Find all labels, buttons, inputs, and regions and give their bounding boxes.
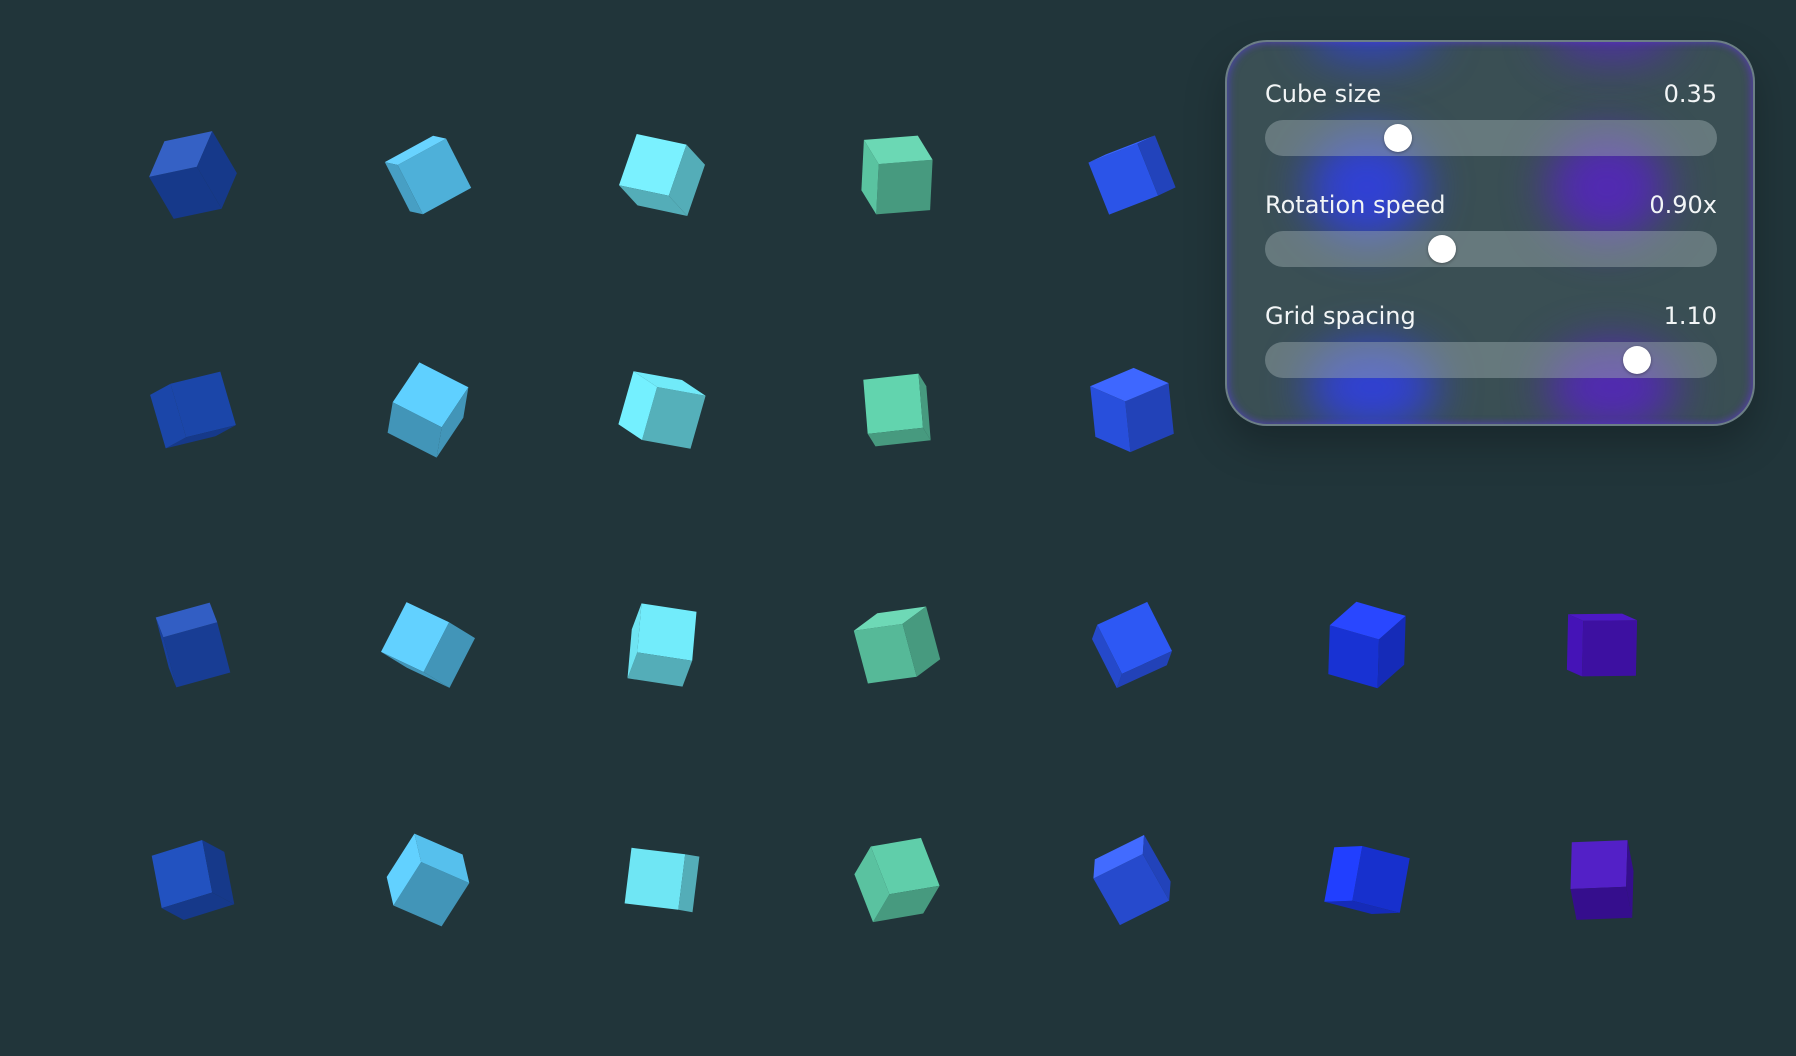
- cube-r1-c1: [149, 131, 237, 219]
- cube-size-value: 0.35: [1663, 80, 1717, 108]
- cube-r3-c1: [155, 602, 231, 688]
- cube-r1-c5: [1088, 135, 1176, 215]
- cube-face: [1570, 840, 1628, 889]
- cube-r1-c4: [861, 135, 933, 215]
- cube-size-label: Cube size: [1265, 80, 1382, 108]
- cube-face: [1581, 620, 1638, 677]
- grid-spacing-slider-thumb[interactable]: [1623, 346, 1652, 374]
- cube-r4-c6: [1324, 846, 1410, 914]
- cube-r3-c7: [1566, 613, 1638, 677]
- cube-face: [624, 847, 686, 910]
- cube-face: [1570, 886, 1633, 920]
- cube-size-slider[interactable]: [1265, 120, 1717, 156]
- cube-r3-c4: [853, 606, 941, 684]
- cube-r1-c2: [384, 135, 472, 215]
- cube-r4-c1: [151, 840, 235, 920]
- grid-spacing-label: Grid spacing: [1265, 302, 1416, 330]
- cube-face: [637, 603, 697, 661]
- cube-size-slider-thumb[interactable]: [1383, 124, 1412, 152]
- cube-r3-c5: [1092, 601, 1172, 689]
- cube-r3-c3: [627, 603, 697, 687]
- cube-r4-c7: [1570, 840, 1634, 920]
- cube-r1-c3: [619, 134, 705, 216]
- cube-r3-c2: [381, 602, 475, 688]
- cube-r2-c2: [387, 362, 469, 458]
- cube-r4-c5: [1093, 834, 1171, 926]
- cube-face: [1352, 846, 1410, 913]
- grid-spacing-value: 1.10: [1663, 302, 1717, 330]
- cube-size-control: Cube size 0.35: [1265, 80, 1717, 164]
- cube-r3-c6: [1328, 601, 1406, 689]
- cube-r4-c3: [624, 847, 700, 913]
- rotation-speed-label: Rotation speed: [1265, 191, 1446, 219]
- rotation-speed-slider[interactable]: [1265, 231, 1717, 267]
- cube-r2-c3: [618, 371, 706, 449]
- cube-r2-c1: [150, 371, 236, 449]
- cube-face: [1566, 614, 1584, 677]
- rotation-speed-slider-thumb[interactable]: [1428, 235, 1457, 263]
- cube-r4-c4: [854, 837, 940, 923]
- rotation-speed-control: Rotation speed 0.90x: [1265, 191, 1717, 275]
- cube-r2-c5: [1090, 367, 1174, 453]
- grid-spacing-slider[interactable]: [1265, 342, 1717, 378]
- cube-r2-c4: [863, 373, 931, 447]
- cube-face: [876, 159, 933, 215]
- cube-face: [863, 373, 923, 434]
- rotation-speed-value: 0.90x: [1649, 191, 1717, 219]
- grid-spacing-control: Grid spacing 1.10: [1265, 302, 1717, 386]
- settings-panel: Cube size 0.35 Rotation speed 0.90x Grid…: [1225, 40, 1755, 426]
- cube-r4-c2: [386, 833, 470, 927]
